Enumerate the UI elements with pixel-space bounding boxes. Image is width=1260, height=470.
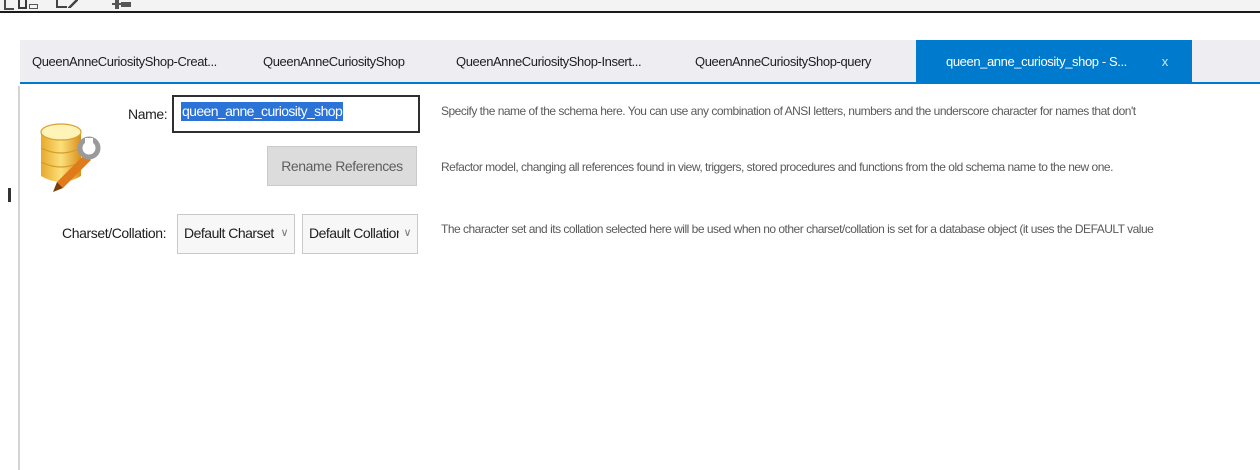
charset-help-text: The character set and its collation sele… xyxy=(441,222,1154,236)
splitter-handle[interactable] xyxy=(8,188,11,202)
name-help-text: Specify the name of the schema here. You… xyxy=(441,104,1136,118)
tab-query[interactable]: QueenAnneCuriosityShop-query xyxy=(695,51,871,73)
database-schema-icon xyxy=(37,118,101,194)
charset-value: Default Charset xyxy=(184,225,274,241)
tab-model[interactable]: QueenAnneCuriosityShop xyxy=(263,51,405,73)
panel-border xyxy=(18,86,20,470)
schema-name-value: queen_anne_curiosity_shop xyxy=(181,102,344,121)
tab-schema-editor-label: queen_anne_curiosity_shop - S... xyxy=(946,54,1127,69)
charset-select[interactable]: Default Charset ∨ xyxy=(177,214,295,254)
close-icon[interactable]: x xyxy=(1158,55,1172,69)
schema-name-input[interactable]: queen_anne_curiosity_shop xyxy=(172,95,420,133)
settings-icon[interactable] xyxy=(112,0,134,10)
rename-references-button[interactable]: Rename References xyxy=(267,146,417,186)
layout-icon[interactable] xyxy=(4,0,14,10)
rename-help-text: Refactor model, changing all references … xyxy=(441,160,1113,174)
tab-bar: QueenAnneCuriosityShop-Creat... QueenAnn… xyxy=(20,40,1260,84)
tab-create-script[interactable]: QueenAnneCuriosityShop-Creat... xyxy=(32,51,217,73)
chevron-down-icon: ∨ xyxy=(403,227,411,239)
collation-value: Default Collation xyxy=(309,225,399,241)
window-icon[interactable] xyxy=(18,0,38,10)
toolbar xyxy=(0,0,1260,11)
collation-select[interactable]: Default Collation ∨ xyxy=(302,214,418,254)
tab-schema-editor[interactable]: queen_anne_curiosity_shop - S... x xyxy=(916,40,1192,84)
chevron-down-icon: ∨ xyxy=(280,227,288,239)
zoom-icon[interactable] xyxy=(56,0,80,10)
name-label: Name: xyxy=(128,106,168,122)
toolbar-divider xyxy=(0,11,1260,13)
tab-insert-script[interactable]: QueenAnneCuriosityShop-Insert... xyxy=(456,51,642,73)
charset-collation-label: Charset/Collation: xyxy=(62,225,167,241)
